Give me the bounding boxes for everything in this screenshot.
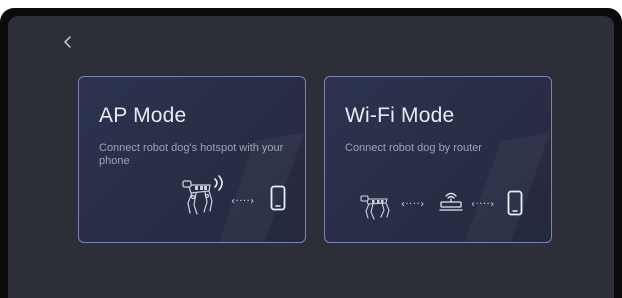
- dots-arrow-icon: ‹····›: [231, 196, 255, 207]
- phone-icon: [507, 190, 523, 216]
- app-screen: AP Mode Connect robot dog's hotspot with…: [8, 16, 614, 298]
- ap-mode-card[interactable]: AP Mode Connect robot dog's hotspot with…: [78, 76, 306, 243]
- dots-arrow-icon: ‹····›: [471, 199, 495, 210]
- device-frame: AP Mode Connect robot dog's hotspot with…: [0, 8, 622, 298]
- wifi-mode-card[interactable]: Wi-Fi Mode Connect robot dog by router ‹…: [324, 76, 552, 243]
- robot-dog-icon: [182, 180, 213, 215]
- wifi-mode-title: Wi-Fi Mode: [345, 104, 455, 127]
- dots-arrow-icon: ‹····›: [401, 199, 425, 210]
- ap-mode-title: AP Mode: [99, 104, 187, 127]
- signal-waves-icon: [214, 175, 223, 191]
- router-icon: [439, 192, 463, 211]
- robot-dog-icon: [360, 195, 390, 220]
- phone-icon: [270, 185, 286, 211]
- wifi-mode-description: Connect robot dog by router: [345, 142, 482, 154]
- back-button[interactable]: [58, 32, 78, 52]
- chevron-left-icon: [64, 36, 71, 48]
- ap-mode-description: Connect robot dog's hotspot with your ph…: [99, 142, 284, 167]
